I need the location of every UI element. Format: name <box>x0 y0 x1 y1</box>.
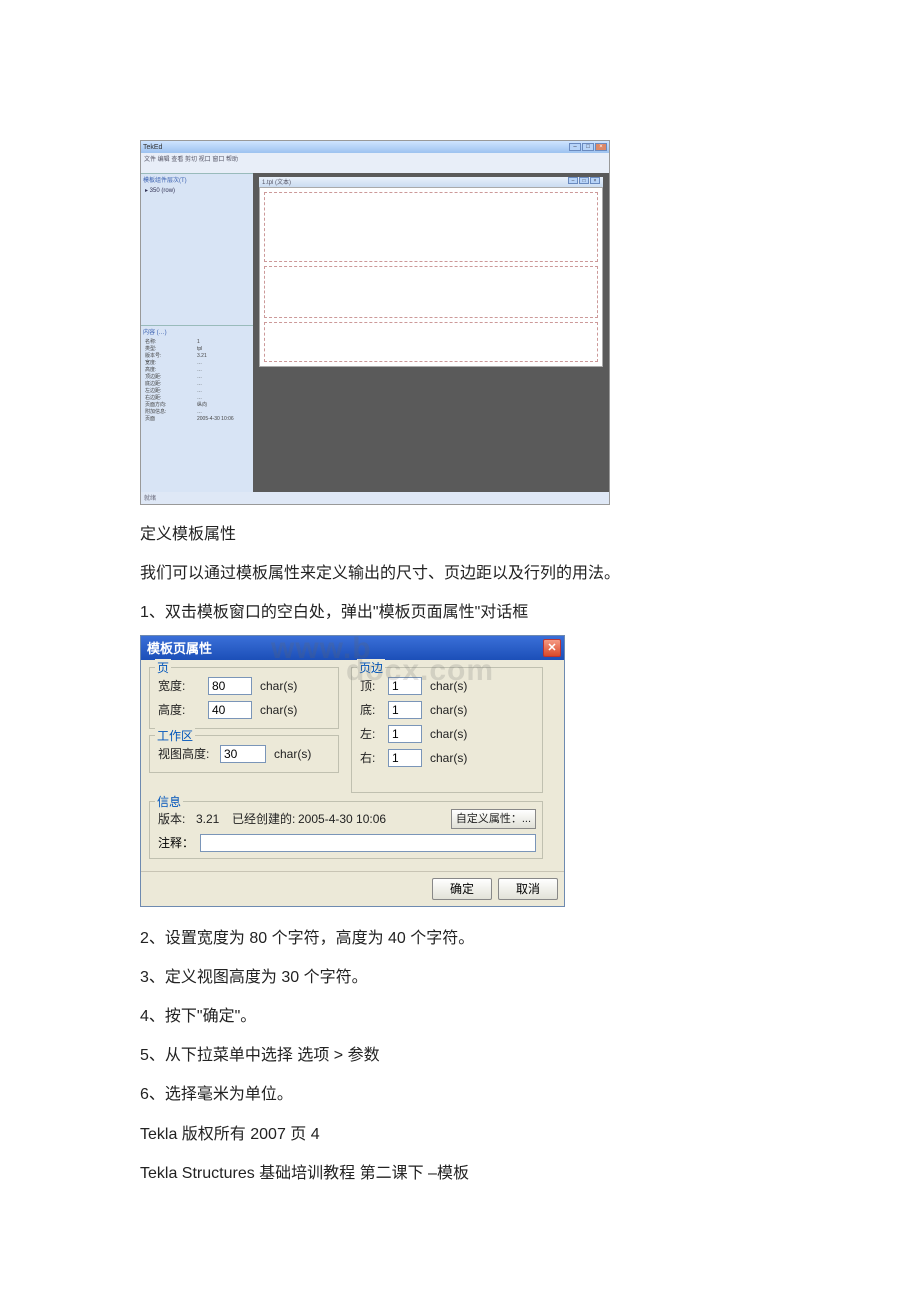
unit-label: char(s) <box>260 703 297 717</box>
cancel-button[interactable]: 取消 <box>498 878 558 900</box>
fieldset-legend-page: 页 <box>155 659 171 676</box>
unit-label: char(s) <box>430 679 467 693</box>
unit-label: char(s) <box>260 679 297 693</box>
width-input[interactable] <box>208 677 252 695</box>
statusbar: 就绪 <box>141 492 609 504</box>
unit-label: char(s) <box>430 751 467 765</box>
comment-input[interactable] <box>200 834 536 852</box>
fieldset-legend-info: 信息 <box>155 793 183 810</box>
custom-attributes-button[interactable]: 自定义属性：... <box>451 809 536 829</box>
doc-maximize-icon: □ <box>579 177 589 184</box>
created-value: 2005-4-30 10:06 <box>298 812 394 826</box>
comment-label: 注释： <box>158 834 196 851</box>
right-margin-input[interactable] <box>388 749 422 767</box>
paragraph: 定义模板属性 <box>140 517 820 552</box>
version-label: 版本: <box>158 810 196 827</box>
toolbar <box>141 163 609 173</box>
top-margin-input[interactable] <box>388 677 422 695</box>
doc-title: 1.tpl (文本) <box>262 177 291 187</box>
dialog-title: 模板页属性 <box>141 638 212 657</box>
canvas <box>259 187 603 367</box>
left-label: 左: <box>360 725 388 742</box>
width-label: 宽度: <box>158 677 208 694</box>
paragraph: 3、定义视图高度为 30 个字符。 <box>140 960 820 995</box>
doc-titlebar: 1.tpl (文本) – □ × <box>259 177 603 187</box>
paragraph: 1、双击模板窗口的空白处，弹出"模板页面属性"对话框 <box>140 595 820 630</box>
paragraph: Tekla Structures 基础培训教程 第二课下 –模板 <box>140 1156 820 1191</box>
tree-item: ▸ 350 (row) <box>141 185 253 197</box>
app-titlebar: TekEd – □ × <box>141 141 609 153</box>
bottom-margin-input[interactable] <box>388 701 422 719</box>
bottom-label: 底: <box>360 701 388 718</box>
doc-close-icon: × <box>590 177 600 184</box>
created-label: 已经创建的: <box>232 810 298 827</box>
dialog-titlebar: 模板页属性 www.b ✕ <box>141 636 564 660</box>
menubar: 文件 编辑 查看 剪切 视口 窗口 帮助 <box>141 153 609 163</box>
properties-list: 名称: 类型: 版本号: 宽度: 高度: 顶边距: 底边距: 左边距: 右边距:… <box>141 337 253 425</box>
left-panel: 模板组件层次(T) ▸ 350 (row) 内容 (…) 名称: 类型: 版本号… <box>141 173 253 492</box>
paragraph: Tekla 版权所有 2007 页 4 <box>140 1117 820 1152</box>
close-icon: × <box>595 143 607 151</box>
close-icon: ✕ <box>547 642 556 654</box>
minimize-icon: – <box>569 143 581 151</box>
maximize-icon: □ <box>582 143 594 151</box>
doc-minimize-icon: – <box>568 177 578 184</box>
template-page-properties-dialog: 模板页属性 www.b ✕ docx.com 页 宽度: char(s) <box>140 635 565 907</box>
paragraph: 我们可以通过模板属性来定义输出的尺寸、页边距以及行列的用法。 <box>140 556 820 591</box>
fieldset-legend-work: 工作区 <box>155 727 195 744</box>
ok-button[interactable]: 确定 <box>432 878 492 900</box>
content-section: 内容 (…) <box>141 325 253 337</box>
left-margin-input[interactable] <box>388 725 422 743</box>
paragraph: 6、选择毫米为单位。 <box>140 1077 820 1112</box>
unit-label: char(s) <box>430 703 467 717</box>
paragraph: 5、从下拉菜单中选择 选项 > 参数 <box>140 1038 820 1073</box>
unit-label: char(s) <box>274 747 311 761</box>
app-title: TekEd <box>143 144 162 151</box>
editor-screenshot: TekEd – □ × 文件 编辑 查看 剪切 视口 窗口 帮助 模板组件层次(… <box>140 140 820 505</box>
height-input[interactable] <box>208 701 252 719</box>
version-value: 3.21 <box>196 812 232 826</box>
top-label: 顶: <box>360 677 388 694</box>
fieldset-legend-margin: 页边 <box>357 659 385 676</box>
hierarchy-section: 模板组件层次(T) <box>141 173 253 185</box>
view-height-label: 视图高度: <box>158 745 220 762</box>
view-height-input[interactable] <box>220 745 266 763</box>
paragraph: 4、按下"确定"。 <box>140 999 820 1034</box>
height-label: 高度: <box>158 701 208 718</box>
unit-label: char(s) <box>430 727 467 741</box>
dialog-close-button[interactable]: ✕ <box>543 639 561 657</box>
right-label: 右: <box>360 749 388 766</box>
paragraph: 2、设置宽度为 80 个字符，高度为 40 个字符。 <box>140 921 820 956</box>
